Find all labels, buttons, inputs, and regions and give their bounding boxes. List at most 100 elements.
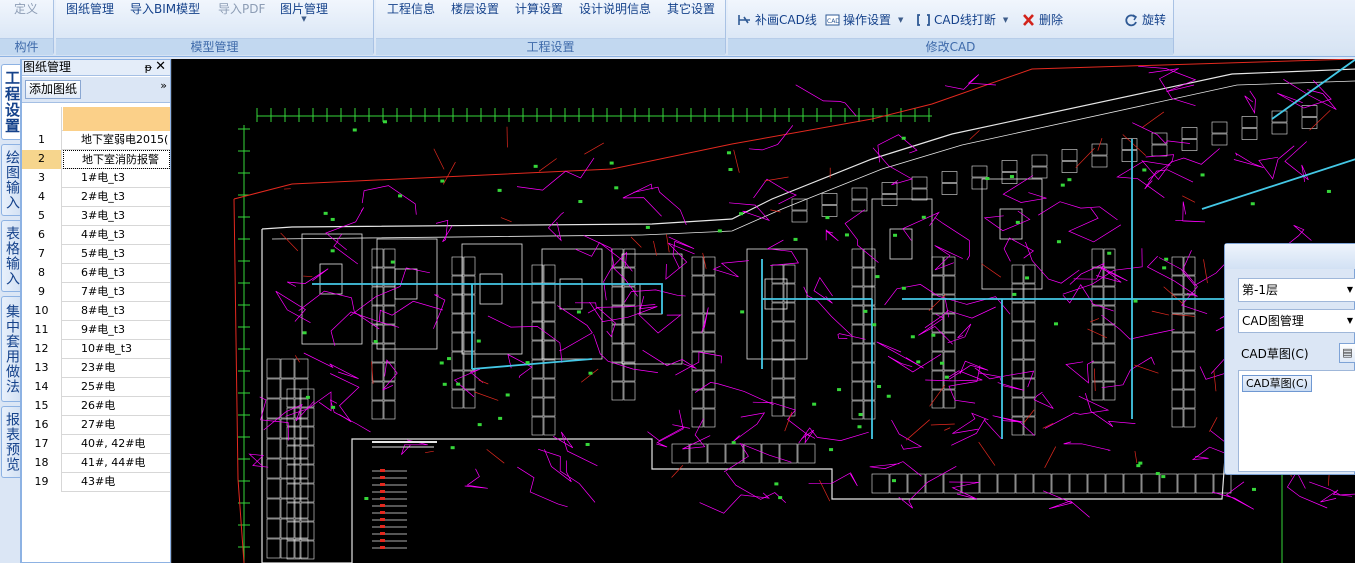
drawing-name[interactable]: 10#电_t3: [63, 340, 170, 359]
cad-sketch-label: CAD草图(C): [1241, 347, 1309, 361]
chevron-down-icon: ▼: [1002, 15, 1009, 24]
ribbon-group-modify-cad: 补画CAD线 CAD 操作设置 ▼ CAD线打断 ▼ 删除 旋转 修改CAD: [728, 0, 1174, 55]
vertical-tab-strip: 工程设置 绘图输入 表格输入 集中套用做法 报表预览: [0, 59, 21, 563]
drawing-name[interactable]: 25#电: [63, 378, 170, 397]
table-row[interactable]: 15 26#电: [22, 397, 170, 416]
table-row[interactable]: 6 4#电_t3: [22, 226, 170, 245]
delete-label: 删除: [1039, 13, 1064, 27]
drawing-name[interactable]: 43#电: [63, 473, 170, 492]
row-number: 8: [22, 264, 62, 283]
drawing-management-button[interactable]: 图纸管理: [66, 0, 114, 17]
row-number: 7: [22, 245, 62, 264]
tab-report-preview[interactable]: 报表预览: [1, 406, 20, 478]
cad-settings-icon: CAD: [825, 14, 840, 25]
table-row[interactable]: 13 23#电: [22, 359, 170, 378]
drawing-name[interactable]: 2#电_t3: [63, 188, 170, 207]
redraw-cad-line-button[interactable]: 补画CAD线: [737, 11, 817, 28]
drawing-name[interactable]: 41#, 44#电: [63, 454, 170, 473]
svg-text:CAD: CAD: [827, 18, 840, 25]
row-number: 13: [22, 359, 62, 378]
table-row[interactable]: 2 地下室消防报警: [22, 150, 170, 169]
table-row[interactable]: 10 8#电_t3: [22, 302, 170, 321]
drawing-name[interactable]: 4#电_t3: [63, 226, 170, 245]
row-number: 11: [22, 321, 62, 340]
drawing-name[interactable]: 3#电_t3: [63, 207, 170, 226]
table-row[interactable]: 19 43#电: [22, 473, 170, 492]
table-row[interactable]: 11 9#电_t3: [22, 321, 170, 340]
project-info-button[interactable]: 工程信息: [387, 0, 435, 17]
table-row[interactable]: 5 3#电_t3: [22, 207, 170, 226]
layer-dialog: 第-1层 ▼ CAD图管理 ▼ CAD草图(C) ▤ CAD草图(C): [1224, 243, 1355, 475]
drawing-name[interactable]: 5#电_t3: [63, 245, 170, 264]
table-row[interactable]: 14 25#电: [22, 378, 170, 397]
image-management-button[interactable]: 图片管理 ▼: [280, 0, 328, 23]
row-number: 19: [22, 473, 62, 492]
table-header: [22, 107, 170, 131]
other-settings-button[interactable]: 其它设置: [667, 0, 715, 17]
row-number: 18: [22, 454, 62, 473]
delete-button[interactable]: 删除: [1021, 11, 1063, 28]
floor-select[interactable]: 第-1层 ▼: [1238, 278, 1355, 302]
drawing-name[interactable]: 9#电_t3: [63, 321, 170, 340]
panel-title: 图纸管理: [23, 60, 72, 74]
row-number: 12: [22, 340, 62, 359]
calc-settings-button[interactable]: 计算设置: [515, 0, 563, 17]
cad-drawing: [233, 59, 1355, 563]
chevron-down-icon: ▼: [1346, 316, 1353, 325]
drawing-name[interactable]: 6#电_t3: [63, 264, 170, 283]
delete-x-icon: [1023, 13, 1034, 26]
document-icon[interactable]: ▤: [1339, 343, 1355, 363]
table-row[interactable]: 3 1#电_t3: [22, 169, 170, 188]
rotate-icon: [1125, 13, 1138, 26]
pin-icon[interactable]: ᵽ: [145, 60, 152, 75]
drawing-name[interactable]: 8#电_t3: [63, 302, 170, 321]
chevron-right-icon[interactable]: »: [160, 79, 167, 92]
rotate-button[interactable]: 旋转: [1124, 11, 1166, 28]
cad-line-break-button[interactable]: CAD线打断 ▼: [916, 11, 1008, 28]
table-row[interactable]: 1 地下室弱电2015(: [22, 131, 170, 150]
redraw-line-icon: [738, 14, 750, 25]
drawing-name[interactable]: 地下室弱电2015(: [63, 131, 170, 150]
row-number: 14: [22, 378, 62, 397]
drawing-name[interactable]: 40#, 42#电: [63, 435, 170, 454]
header-name-cell[interactable]: [63, 107, 170, 131]
table-row[interactable]: 18 41#, 44#电: [22, 454, 170, 473]
table-row[interactable]: 17 40#, 42#电: [22, 435, 170, 454]
table-row[interactable]: 7 5#电_t3: [22, 245, 170, 264]
drawing-name[interactable]: 23#电: [63, 359, 170, 378]
header-num-cell: [22, 107, 62, 131]
table-row[interactable]: 8 6#电_t3: [22, 264, 170, 283]
rotate-label: 旋转: [1142, 13, 1167, 27]
define-button[interactable]: 定义: [14, 0, 38, 17]
design-notes-button[interactable]: 设计说明信息: [579, 0, 651, 17]
tab-drawing-input[interactable]: 绘图输入: [1, 144, 20, 216]
operation-settings-button[interactable]: CAD 操作设置 ▼: [825, 11, 903, 28]
dialog-title-bar[interactable]: [1225, 244, 1355, 269]
cad-sketch-item[interactable]: CAD草图(C): [1242, 375, 1312, 392]
drawing-name[interactable]: 7#电_t3: [63, 283, 170, 302]
tab-apply-methods[interactable]: 集中套用做法: [1, 296, 20, 402]
row-number: 17: [22, 435, 62, 454]
ribbon-group-caption: 工程设置: [376, 38, 725, 55]
table-row[interactable]: 9 7#电_t3: [22, 283, 170, 302]
cad-line-break-label: CAD线打断: [934, 13, 996, 27]
floor-settings-button[interactable]: 楼层设置: [451, 0, 499, 17]
mode-select[interactable]: CAD图管理 ▼: [1238, 309, 1355, 333]
row-number: 10: [22, 302, 62, 321]
drawing-name[interactable]: 地下室消防报警: [63, 150, 170, 169]
drawing-name[interactable]: 27#电: [63, 416, 170, 435]
import-bim-button[interactable]: 导入BIM模型: [130, 0, 200, 17]
drawing-name[interactable]: 26#电: [63, 397, 170, 416]
tab-project-settings[interactable]: 工程设置: [1, 64, 21, 140]
row-number: 15: [22, 397, 62, 416]
table-row[interactable]: 12 10#电_t3: [22, 340, 170, 359]
ribbon-group-caption: 构件: [0, 38, 53, 55]
table-row[interactable]: 16 27#电: [22, 416, 170, 435]
drawing-name[interactable]: 1#电_t3: [63, 169, 170, 188]
cad-canvas[interactable]: [171, 59, 1355, 563]
table-row[interactable]: 4 2#电_t3: [22, 188, 170, 207]
add-drawing-button[interactable]: 添加图纸: [25, 80, 82, 99]
close-icon[interactable]: ✕: [155, 59, 166, 74]
tab-table-input[interactable]: 表格输入: [1, 220, 20, 292]
import-pdf-button[interactable]: 导入PDF: [218, 0, 265, 17]
